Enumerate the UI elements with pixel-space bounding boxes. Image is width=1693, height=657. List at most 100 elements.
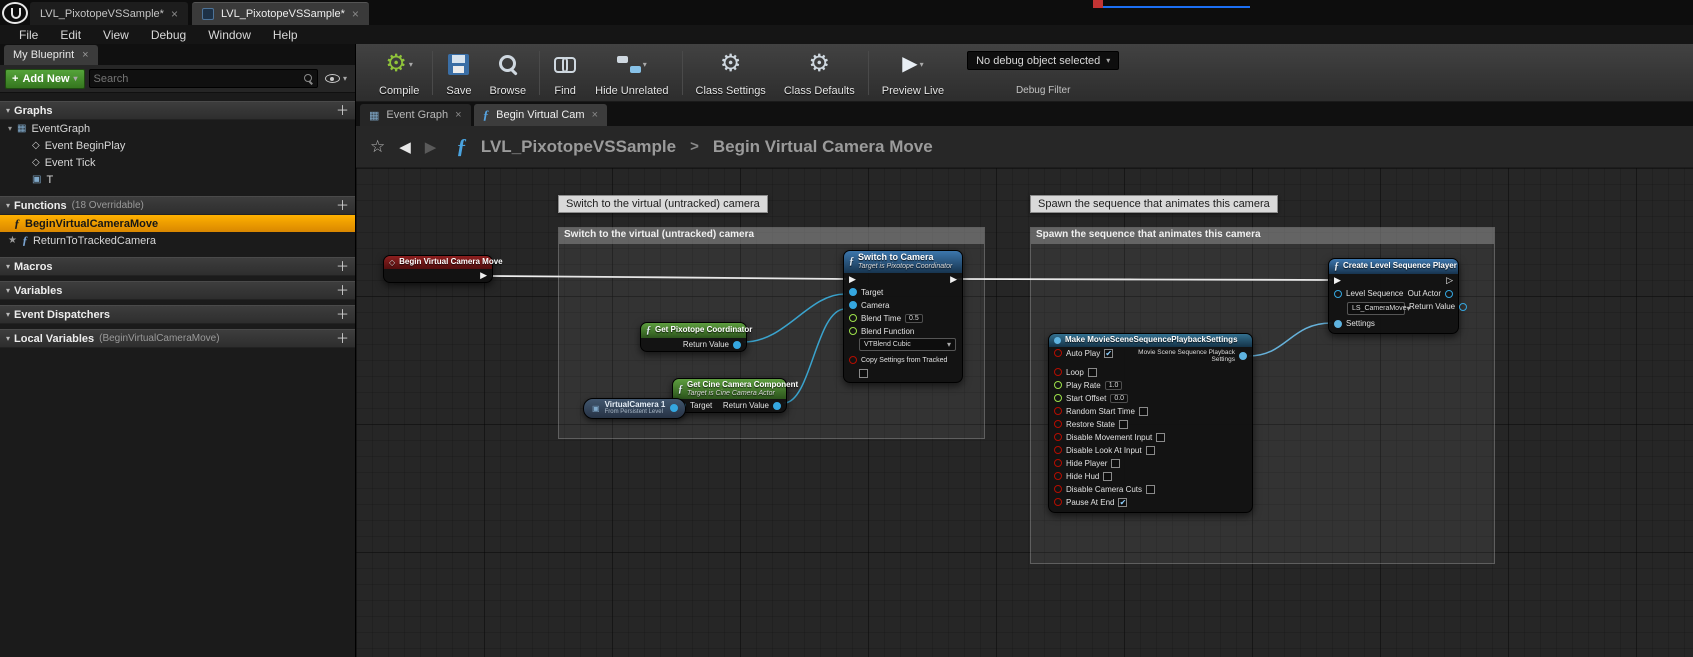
auto-play-checkbox[interactable]: ✔ bbox=[1104, 349, 1113, 358]
section-event-dispatchers[interactable]: ▾ Event Dispatchers ＋ bbox=[0, 305, 355, 324]
tree-item-event-tick[interactable]: ◇ Event Tick bbox=[0, 154, 355, 171]
menu-debug[interactable]: Debug bbox=[140, 28, 197, 42]
close-icon[interactable]: × bbox=[171, 7, 178, 21]
random-start-time-pin[interactable] bbox=[1054, 407, 1062, 415]
start-offset-pin[interactable] bbox=[1054, 394, 1062, 402]
forward-button[interactable]: ▶ bbox=[425, 138, 437, 156]
breadcrumb-root[interactable]: LVL_PixotopeVSSample bbox=[481, 137, 676, 157]
copy-settings-checkbox[interactable] bbox=[859, 369, 868, 378]
expand-arrow-icon[interactable]: ▾ bbox=[6, 310, 10, 319]
hide-player-pin[interactable] bbox=[1054, 459, 1062, 467]
node-create-level-sequence-player[interactable]: ƒ Create Level Sequence Player ▶ ▷ Level… bbox=[1328, 258, 1459, 334]
blend-function-pin[interactable] bbox=[849, 327, 857, 335]
menu-file[interactable]: File bbox=[8, 28, 49, 42]
node-switch-to-camera[interactable]: ƒ Switch to Camera Target is Pixotope Co… bbox=[843, 250, 963, 383]
node-begin-virtual-camera-move[interactable]: ◇ Begin Virtual Camera Move ▶ bbox=[383, 255, 493, 283]
exec-out-pin[interactable]: ▶ bbox=[480, 271, 487, 280]
node-make-playback-settings[interactable]: Make MovieSceneSequencePlaybackSettings … bbox=[1048, 333, 1253, 513]
search-input[interactable] bbox=[94, 73, 304, 85]
start-offset-field[interactable]: 0.0 bbox=[1110, 394, 1128, 403]
add-variable-button[interactable]: ＋ bbox=[336, 284, 349, 297]
tree-item-event-beginplay[interactable]: ◇ Event BeginPlay bbox=[0, 137, 355, 154]
favorite-star-icon[interactable]: ☆ bbox=[370, 137, 385, 157]
visibility-filter-button[interactable]: ▾ bbox=[322, 74, 350, 83]
restore-state-pin[interactable] bbox=[1054, 420, 1062, 428]
close-icon[interactable]: × bbox=[82, 49, 88, 61]
add-event-dispatcher-button[interactable]: ＋ bbox=[336, 308, 349, 321]
add-function-button[interactable]: ＋ bbox=[336, 199, 349, 212]
disable-look-at-input-pin[interactable] bbox=[1054, 446, 1062, 454]
close-icon[interactable]: × bbox=[592, 109, 598, 121]
tree-item-t[interactable]: ▣ T bbox=[0, 171, 355, 188]
tab-event-graph[interactable]: ▦ Event Graph × bbox=[360, 104, 471, 126]
settings-pin[interactable] bbox=[1334, 320, 1342, 328]
add-new-button[interactable]: + Add New ▾ bbox=[5, 69, 85, 89]
section-graphs[interactable]: ▾ Graphs ＋ bbox=[0, 101, 355, 120]
node-get-pixotope-coordinator[interactable]: ƒ Get Pixotope Coordinator Return Value bbox=[640, 322, 747, 352]
disable-camera-cuts-pin[interactable] bbox=[1054, 485, 1062, 493]
tab-my-blueprint[interactable]: My Blueprint × bbox=[4, 45, 98, 65]
debug-object-dropdown[interactable]: No debug object selected ▾ bbox=[967, 51, 1119, 70]
browse-button[interactable]: Browse bbox=[480, 47, 535, 99]
expand-arrow-icon[interactable]: ▾ bbox=[6, 262, 10, 271]
blend-time-pin[interactable] bbox=[849, 314, 857, 322]
chevron-down-icon[interactable]: ▾ bbox=[920, 60, 924, 69]
compile-button[interactable]: ⚙ ▾ Compile bbox=[370, 47, 428, 99]
close-icon[interactable]: × bbox=[455, 109, 461, 121]
loop-checkbox[interactable] bbox=[1088, 368, 1097, 377]
level-sequence-pin[interactable] bbox=[1334, 290, 1342, 298]
exec-in-pin[interactable]: ▶ bbox=[1334, 276, 1341, 285]
preview-live-button[interactable]: ▶ ▾ Preview Live bbox=[873, 47, 953, 99]
exec-in-pin[interactable]: ▶ bbox=[849, 275, 856, 284]
class-settings-button[interactable]: ⚙ Class Settings bbox=[687, 47, 775, 99]
level-sequence-dropdown[interactable]: LS_CameraMove ▾ bbox=[1347, 302, 1405, 315]
exec-out-pin[interactable]: ▷ bbox=[1446, 276, 1453, 285]
add-graph-button[interactable]: ＋ bbox=[336, 104, 349, 117]
menu-help[interactable]: Help bbox=[262, 28, 309, 42]
restore-state-checkbox[interactable] bbox=[1119, 420, 1128, 429]
return-value-pin[interactable] bbox=[733, 341, 741, 349]
random-start-time-checkbox[interactable] bbox=[1139, 407, 1148, 416]
exec-out-pin[interactable]: ▶ bbox=[950, 275, 957, 284]
tree-item-eventgraph[interactable]: ▾ ▦ EventGraph bbox=[0, 120, 355, 137]
function-item-returntotrackedcamera[interactable]: ★ ƒ ReturnToTrackedCamera bbox=[0, 232, 355, 249]
node-virtual-camera-variable[interactable]: ▣ VirtualCamera 1 From Persistent Level bbox=[583, 398, 686, 419]
pause-at-end-checkbox[interactable]: ✔ bbox=[1118, 498, 1127, 507]
graph-canvas[interactable]: Switch to the virtual (untracked) camera… bbox=[356, 168, 1693, 657]
section-variables[interactable]: ▾ Variables ＋ bbox=[0, 281, 355, 300]
menu-window[interactable]: Window bbox=[197, 28, 262, 42]
function-item-beginvirtualcameramove[interactable]: ƒ BeginVirtualCameraMove bbox=[0, 215, 355, 232]
tab-begin-virtual-camera[interactable]: ƒ Begin Virtual Cam × bbox=[474, 104, 607, 126]
expand-arrow-icon[interactable]: ▾ bbox=[6, 286, 10, 295]
out-actor-pin[interactable] bbox=[1445, 290, 1453, 298]
hide-unrelated-button[interactable]: ▾ Hide Unrelated bbox=[586, 47, 677, 99]
target-pin[interactable] bbox=[849, 288, 857, 296]
play-rate-pin[interactable] bbox=[1054, 381, 1062, 389]
hide-hud-checkbox[interactable] bbox=[1103, 472, 1112, 481]
expand-arrow-icon[interactable]: ▾ bbox=[8, 124, 12, 133]
hide-hud-pin[interactable] bbox=[1054, 472, 1062, 480]
add-local-variable-button[interactable]: ＋ bbox=[336, 332, 349, 345]
copy-settings-pin[interactable] bbox=[849, 356, 857, 364]
return-value-pin[interactable] bbox=[1459, 303, 1467, 311]
blend-time-field[interactable]: 0.5 bbox=[905, 314, 923, 323]
loop-pin[interactable] bbox=[1054, 368, 1062, 376]
auto-play-pin[interactable] bbox=[1054, 349, 1062, 357]
section-functions[interactable]: ▾ Functions (18 Overridable) ＋ bbox=[0, 196, 355, 215]
node-get-cine-camera-component[interactable]: ƒ Get Cine Camera Component Target is Ci… bbox=[672, 378, 787, 413]
comment-box-title[interactable]: Switch to the virtual (untracked) camera bbox=[559, 228, 984, 244]
pause-at-end-pin[interactable] bbox=[1054, 498, 1062, 506]
expand-arrow-icon[interactable]: ▾ bbox=[6, 334, 10, 343]
class-defaults-button[interactable]: ⚙ Class Defaults bbox=[775, 47, 864, 99]
disable-camera-cuts-checkbox[interactable] bbox=[1146, 485, 1155, 494]
camera-pin[interactable] bbox=[849, 301, 857, 309]
back-button[interactable]: ◀ bbox=[399, 138, 411, 156]
chevron-down-icon[interactable]: ▾ bbox=[643, 60, 647, 69]
comment-box-title[interactable]: Spawn the sequence that animates this ca… bbox=[1031, 228, 1494, 244]
settings-out-pin[interactable] bbox=[1239, 352, 1247, 360]
menu-view[interactable]: View bbox=[92, 28, 140, 42]
disable-look-at-input-checkbox[interactable] bbox=[1146, 446, 1155, 455]
close-icon[interactable]: × bbox=[352, 7, 359, 21]
save-button[interactable]: Save bbox=[437, 47, 480, 99]
menu-edit[interactable]: Edit bbox=[49, 28, 92, 42]
